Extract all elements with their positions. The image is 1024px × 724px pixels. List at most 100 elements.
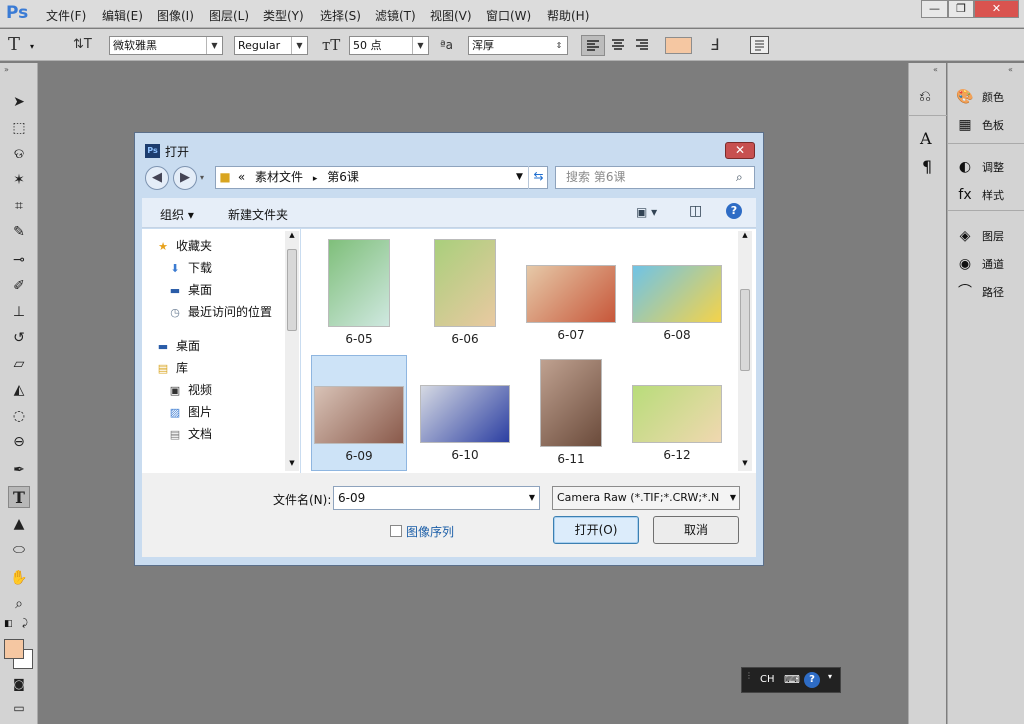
file-thumbnail[interactable]: 6-06 (417, 235, 513, 351)
nav-item-8[interactable]: ▤ 文档 (154, 423, 286, 445)
scroll-up-icon[interactable]: ▲ (285, 231, 299, 239)
character-panel-toggle-icon[interactable] (750, 36, 769, 54)
panel-swatches[interactable]: ▦ 色板 (954, 113, 1022, 137)
menu-item-8[interactable]: 窗口(W) (486, 7, 531, 24)
pen-tool-icon[interactable]: ✒ (8, 459, 30, 481)
window-close-button[interactable]: ✕ (974, 0, 1019, 18)
file-thumbnail[interactable]: 6-11 (523, 355, 619, 471)
panel-palette[interactable]: 🎨 颜色 (954, 85, 1022, 109)
hand-tool-icon[interactable]: ✋ (8, 567, 30, 589)
path-selection-tool-icon[interactable]: ▲ (8, 513, 30, 535)
text-color-swatch[interactable] (665, 37, 692, 54)
character-panel-icon[interactable]: A (920, 129, 932, 148)
refresh-icon[interactable]: ⇆ (528, 166, 548, 189)
nav-item-6[interactable]: ▣ 视频 (154, 379, 286, 401)
menu-item-7[interactable]: 视图(V) (430, 7, 472, 24)
open-button[interactable]: 打开(O) (553, 516, 639, 544)
cancel-button[interactable]: 取消 (653, 516, 739, 544)
font-size-select[interactable]: 50 点 ▼ (349, 36, 429, 55)
menu-item-5[interactable]: 选择(S) (320, 7, 361, 24)
healing-brush-tool-icon[interactable]: ⊸ (8, 249, 30, 271)
nav-item-2[interactable]: ▬ 桌面 (154, 279, 286, 301)
file-thumbnail[interactable]: 6-08 (629, 235, 725, 351)
files-scroll-thumb[interactable] (740, 289, 750, 371)
magic-wand-tool-icon[interactable]: ✶ (8, 169, 30, 191)
menu-item-0[interactable]: 文件(F) (46, 7, 86, 24)
collapse-arrows-icon[interactable]: « (1008, 65, 1013, 74)
files-scrollbar[interactable]: ▲ ▼ (738, 231, 752, 471)
paint-bucket-tool-icon[interactable]: ◭ (8, 379, 30, 401)
type-tool-icon[interactable]: T (8, 486, 30, 508)
blur-tool-icon[interactable]: ◌ (8, 405, 30, 427)
menu-item-3[interactable]: 图层(L) (209, 7, 249, 24)
collapse-arrows-icon[interactable]: » (4, 65, 9, 74)
quick-mask-icon[interactable]: ◙ (8, 673, 30, 695)
crop-tool-icon[interactable]: ⌗ (8, 195, 30, 217)
paragraph-panel-icon[interactable]: ¶ (922, 157, 932, 176)
forward-button[interactable]: ▶ (173, 166, 197, 190)
address-bar[interactable]: ■ « 素材文件 ▸ 第6课 ▼ ⇆ (215, 166, 548, 189)
history-chevron-down-icon[interactable]: ▾ (200, 173, 204, 182)
language-indicator[interactable]: CH (760, 674, 775, 685)
image-sequence-checkbox[interactable] (390, 525, 402, 537)
help-icon[interactable]: ? (804, 672, 820, 688)
filename-input[interactable]: 6-09 ▼ (333, 486, 540, 510)
menu-item-9[interactable]: 帮助(H) (547, 7, 589, 24)
panel-adjustments[interactable]: ◐ 调整 (954, 155, 1022, 179)
options-arrow-icon[interactable]: ▾ (828, 672, 832, 681)
panel-channels[interactable]: ◉ 通道 (954, 252, 1022, 276)
file-thumbnail[interactable]: 6-07 (523, 235, 619, 351)
lasso-tool-icon[interactable]: ଡ (8, 143, 30, 165)
zoom-tool-icon[interactable]: ⌕ (8, 593, 30, 615)
history-brush-tool-icon[interactable]: ↺ (8, 327, 30, 349)
scroll-down-icon[interactable]: ▼ (738, 459, 752, 467)
preview-pane-icon[interactable]: ◫ (689, 203, 702, 219)
breadcrumb-lesson6[interactable]: 第6课 (327, 170, 359, 184)
marquee-tool-icon[interactable]: ⬚ (8, 117, 30, 139)
clone-stamp-tool-icon[interactable]: ⊥ (8, 301, 30, 323)
nav-scroll-thumb[interactable] (287, 249, 297, 331)
breadcrumb-separator-icon[interactable]: ▸ (313, 174, 318, 184)
file-thumbnail[interactable]: 6-10 (417, 355, 513, 471)
address-chevron-down-icon[interactable]: ▼ (516, 167, 523, 188)
nav-item-0[interactable]: ★ 收藏夹 (154, 235, 286, 257)
eyedropper-tool-icon[interactable]: ✎ (8, 221, 30, 243)
file-thumbnail[interactable]: 6-05 (311, 235, 407, 351)
view-options-icon[interactable]: ▣ ▾ (636, 205, 657, 219)
nav-scrollbar[interactable]: ▲ ▼ (285, 231, 299, 471)
nav-item-5[interactable]: ▤ 库 (154, 357, 286, 379)
nav-item-4[interactable]: ▬ 桌面 (154, 335, 286, 357)
panel-paths[interactable]: ⌒ 路径 (954, 280, 1022, 304)
toggle-text-orientation-icon[interactable]: ⇅T (73, 37, 92, 52)
screen-mode-icon[interactable]: ▭ (8, 697, 30, 719)
eraser-tool-icon[interactable]: ▱ (8, 353, 30, 375)
dialog-close-button[interactable]: ✕ (725, 142, 755, 159)
menu-item-2[interactable]: 图像(I) (157, 7, 194, 24)
dodge-tool-icon[interactable]: ⊖ (8, 431, 30, 453)
menu-item-6[interactable]: 滤镜(T) (375, 7, 416, 24)
font-family-select[interactable]: 微软雅黑 ▼ (109, 36, 223, 55)
nav-item-7[interactable]: ▨ 图片 (154, 401, 286, 423)
anti-alias-select[interactable]: 浑厚 ⇕ (468, 36, 568, 55)
breadcrumb-materials[interactable]: 素材文件 (255, 170, 303, 184)
menu-item-1[interactable]: 编辑(E) (102, 7, 143, 24)
filetype-select[interactable]: Camera Raw (*.TIF;*.CRW;*.N ▼ (552, 486, 740, 510)
keyboard-icon[interactable]: ⌨ (784, 673, 800, 686)
align-center-button[interactable] (607, 35, 629, 56)
panel-styles[interactable]: fx 样式 (954, 183, 1022, 207)
history-panel-icon[interactable]: ⎌ (919, 87, 931, 105)
nav-item-3[interactable]: ◷ 最近访问的位置 (154, 301, 286, 323)
swap-colors-icon[interactable]: ⤸ (22, 618, 28, 629)
move-tool-icon[interactable]: ➤ (8, 91, 30, 113)
new-folder-button[interactable]: 新建文件夹 (228, 206, 288, 223)
filename-chevron-down-icon[interactable]: ▼ (529, 487, 535, 509)
search-input[interactable]: 搜索 第6课 (555, 166, 755, 189)
search-icon[interactable]: ⌕ (736, 170, 743, 185)
brush-tool-icon[interactable]: ✐ (8, 275, 30, 297)
align-right-button[interactable] (631, 35, 653, 56)
foreground-color-swatch[interactable] (4, 639, 24, 659)
organize-button[interactable]: 组织 ▾ (160, 206, 194, 223)
minimize-button[interactable]: — (921, 0, 948, 18)
preset-chevron-down-icon[interactable]: ▾ (30, 42, 34, 51)
scroll-down-icon[interactable]: ▼ (285, 459, 299, 467)
